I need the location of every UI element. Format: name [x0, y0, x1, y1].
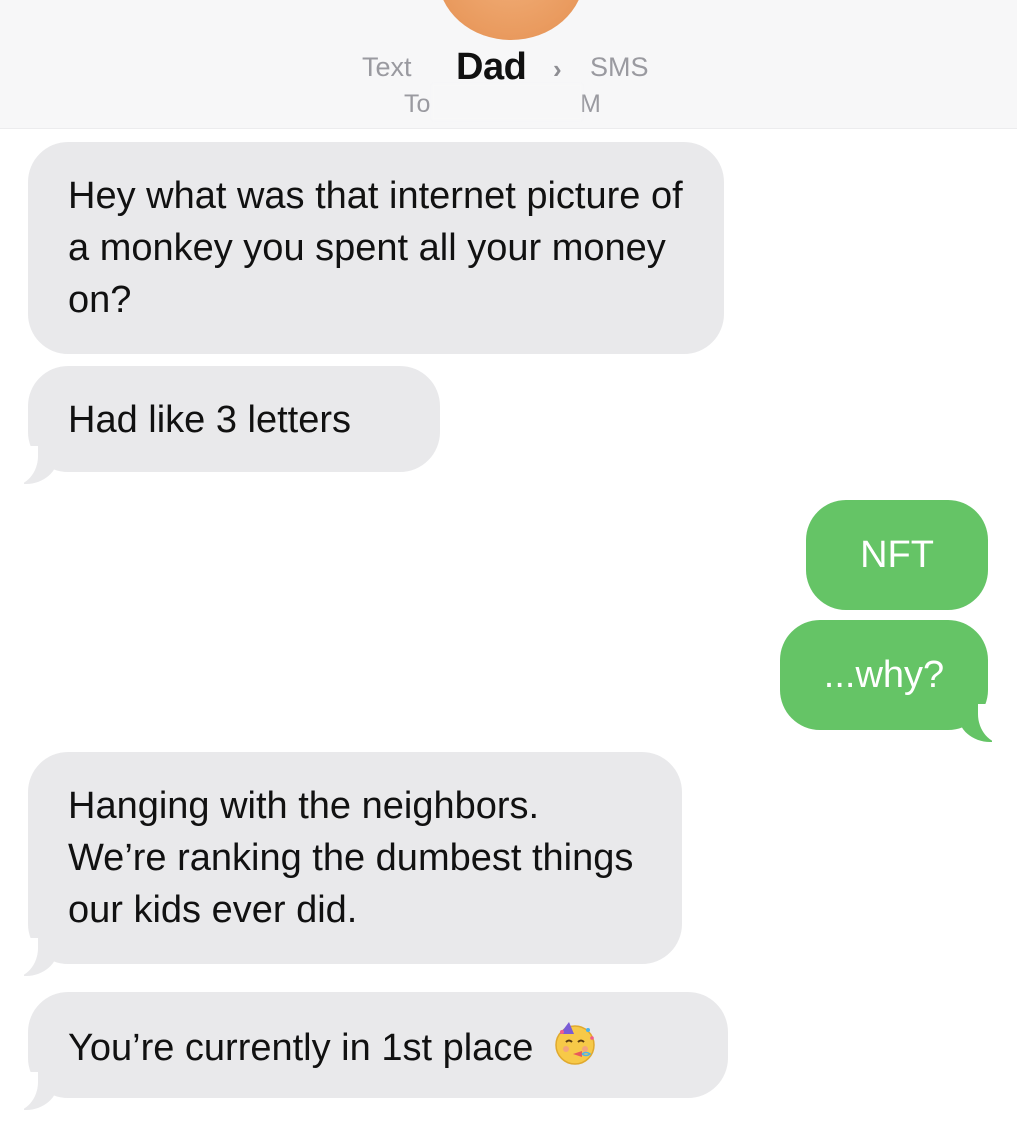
contact-avatar[interactable] [438, 0, 584, 40]
chevron-right-icon[interactable]: › [553, 54, 562, 85]
message-text: You’re currently in 1st place [68, 1027, 534, 1069]
header-right-label: SMS [590, 52, 649, 82]
contact-name[interactable]: Dad [456, 46, 527, 89]
outgoing-bubble-tail [958, 704, 1012, 744]
header-sub-right: M [580, 90, 601, 118]
message-text: NFT [860, 534, 934, 576]
conversation-header: Text Dad › SMS To M [0, 0, 1017, 129]
message-text: ...why? [823, 654, 945, 696]
redaction-overlay [432, 84, 582, 120]
header-left-label: Text [362, 52, 412, 82]
message-text: Hey what was that internet picture of a … [68, 175, 683, 321]
message-text: Had like 3 letters [68, 399, 352, 441]
incoming-bubble-tail [4, 446, 58, 486]
incoming-message-bubble[interactable]: Had like 3 letters [28, 366, 440, 472]
message-text: Hanging with the neighbors. We’re rankin… [68, 785, 634, 931]
outgoing-message-bubble[interactable]: ...why? [780, 620, 988, 730]
header-sub-left: To [404, 90, 431, 118]
incoming-bubble-tail [4, 1072, 58, 1112]
incoming-bubble-tail [4, 938, 58, 978]
incoming-message-bubble[interactable]: Hey what was that internet picture of a … [28, 142, 724, 354]
outgoing-message-bubble[interactable]: NFT [806, 500, 988, 610]
incoming-message-bubble[interactable]: You’re currently in 1st place [28, 992, 728, 1098]
partying-face-icon [555, 1022, 595, 1065]
incoming-message-bubble[interactable]: Hanging with the neighbors. We’re rankin… [28, 752, 682, 964]
